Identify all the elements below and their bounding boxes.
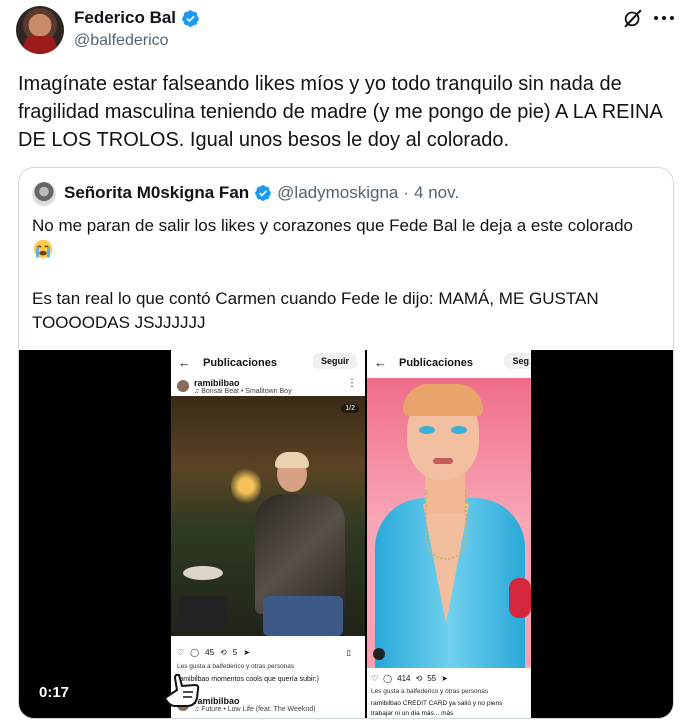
ig-actions: ♡ ◯ 45 ⟲ 5 ➤ ▯ [177, 648, 359, 662]
ig-caption-continued: trabajar ni un día más... más [371, 710, 454, 717]
instagram-screenshot-1: ← Publicaciones Seguir ramibilbao ♫ Bons… [171, 350, 365, 718]
verified-badge-icon [255, 185, 272, 201]
pointing-hand-icon [163, 673, 200, 707]
ig-next-music: ♫ Future • Low Life (feat. The Weeknd) [194, 706, 316, 713]
ig-photo-1: 1/2 [171, 396, 365, 636]
repost-icon: ⟲ [415, 674, 423, 683]
ig-follow-button: Seguir [312, 353, 357, 369]
crying-face-emoji [33, 239, 53, 259]
author-name-row: Federico Bal [74, 8, 200, 28]
ig-music: ♫ Bonsai Beat • Smalltown Boy [194, 388, 292, 395]
ig-next-post-header: ramibilbao ♫ Future • Low Life (feat. Th… [177, 694, 359, 713]
send-icon: ➤ [441, 674, 448, 683]
comment-icon: ◯ [190, 648, 200, 657]
ig-header: ← Publicaciones Seg [367, 350, 531, 376]
video-player[interactable]: ← Publicaciones Seguir ramibilbao ♫ Bons… [19, 350, 673, 718]
send-icon: ➤ [243, 648, 250, 657]
ig-caption: ramibilbao CREDIT CARD ya salió y no pie… [371, 700, 503, 707]
ig-header: ← Publicaciones Seguir [171, 350, 365, 376]
ig-follow-button: Seg [504, 353, 531, 369]
ig-more-icon: ⋮ [347, 378, 357, 389]
more-icon[interactable] [652, 12, 676, 24]
ig-likes-count: 45 [205, 648, 215, 657]
quoted-tweet[interactable]: Señorita M0skigna Fan @ladymoskigna · 4 … [18, 167, 674, 719]
ig-likes-line: Les gusta a balfederico y otras personas [371, 688, 489, 695]
ig-photo-counter: 1/2 [341, 404, 359, 413]
ig-photo-2 [367, 378, 531, 668]
ig-reposts-count: 5 [232, 648, 238, 657]
ig-title: Publicaciones [203, 357, 277, 369]
heart-icon: ♡ [371, 674, 379, 683]
quoted-author-avatar[interactable] [32, 182, 56, 206]
video-duration: 0:17 [33, 682, 76, 703]
comment-icon: ◯ [383, 674, 393, 683]
repost-icon: ⟲ [220, 648, 227, 657]
back-arrow-icon: ← [374, 355, 387, 370]
ig-comments-count: 414 [397, 674, 411, 683]
quoted-text-line1: No me paran de salir los likes y corazon… [32, 216, 634, 235]
heart-icon: ♡ [177, 648, 185, 657]
ig-title: Publicaciones [399, 357, 473, 369]
quoted-text-line2: Es tan real lo que contó Carmen cuando F… [32, 289, 599, 332]
ig-username: ramibilbao [194, 378, 240, 388]
author-name[interactable]: Federico Bal [74, 8, 176, 28]
bookmark-icon: ▯ [346, 648, 351, 657]
ig-reposts-count: 55 [427, 674, 437, 683]
quoted-tweet-date[interactable]: 4 nov. [414, 183, 459, 203]
author-avatar[interactable] [16, 6, 64, 54]
ig-user-avatar [177, 380, 189, 392]
verified-badge-icon [182, 9, 199, 27]
back-arrow-icon: ← [178, 355, 191, 370]
quoted-tweet-header: Señorita M0skigna Fan @ladymoskigna · 4 … [64, 183, 459, 203]
author-handle[interactable]: @balfederico [74, 32, 169, 50]
ig-actions: ♡ ◯ 414 ⟲ 55 ➤ [371, 674, 527, 683]
quoted-tweet-text: No me paran de salir los likes y corazon… [32, 214, 672, 335]
quoted-author-handle[interactable]: @ladymoskigna [277, 183, 398, 203]
ig-post-header: ramibilbao ♫ Bonsai Beat • Smalltown Boy… [177, 378, 359, 396]
grok-icon[interactable] [622, 7, 644, 29]
instagram-screenshot-2: ← Publicaciones Seg ♡ ◯ 414 ⟲ 55 ➤ Les gu [367, 350, 531, 718]
quoted-author-name[interactable]: Señorita M0skigna Fan [64, 183, 249, 203]
separator-dot: · [403, 183, 410, 202]
tweet-text: Imagínate estar falseando likes míos y y… [18, 73, 662, 151]
